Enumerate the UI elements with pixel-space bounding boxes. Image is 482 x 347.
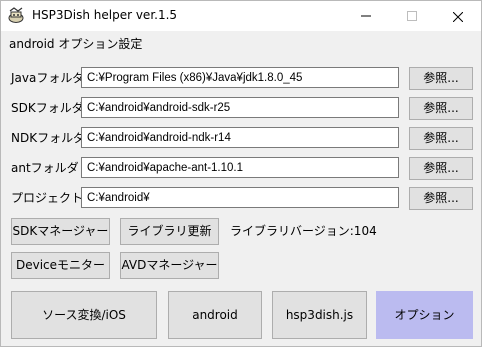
java-folder-input[interactable]: [81, 67, 399, 88]
title-bar: HSP3Dish helper ver.1.5: [1, 1, 481, 31]
option-button[interactable]: オプション: [376, 291, 473, 339]
ndk-browse-button[interactable]: 参照...: [409, 127, 473, 150]
sdk-manager-button[interactable]: SDKマネージャー: [11, 218, 110, 245]
hsp3dish-js-button[interactable]: hsp3dish.js: [272, 291, 367, 339]
library-version-label: ライブラリバージョン:104: [230, 224, 377, 238]
app-icon[interactable]: [7, 6, 25, 24]
ndk-folder-label: NDKフォルダ: [11, 131, 86, 145]
source-convert-ios-button[interactable]: ソース変換/iOS: [11, 291, 157, 339]
java-browse-button[interactable]: 参照...: [409, 67, 473, 90]
java-folder-label: Javaフォルダ: [11, 71, 85, 85]
window-title: HSP3Dish helper ver.1.5: [32, 8, 178, 22]
project-browse-button[interactable]: 参照...: [409, 187, 473, 210]
sdk-folder-input[interactable]: [81, 97, 399, 118]
project-folder-input[interactable]: [81, 187, 399, 208]
ant-browse-button[interactable]: 参照...: [409, 157, 473, 180]
minimize-icon: [361, 15, 371, 17]
library-update-button[interactable]: ライブラリ更新: [120, 218, 219, 245]
ndk-folder-input[interactable]: [81, 127, 399, 148]
minimize-button[interactable]: [343, 1, 389, 31]
section-title: android オプション設定: [9, 37, 143, 51]
device-monitor-button[interactable]: Deviceモニター: [11, 252, 110, 279]
project-folder-label: プロジェクト: [11, 191, 84, 205]
maximize-button[interactable]: [389, 1, 435, 31]
close-button[interactable]: [435, 1, 481, 31]
ant-folder-label: antフォルダ: [11, 161, 79, 175]
app-window: HSP3Dish helper ver.1.5 android オプション設定 …: [0, 0, 482, 347]
maximize-icon: [407, 11, 417, 21]
sdk-browse-button[interactable]: 参照...: [409, 97, 473, 120]
close-icon: [452, 11, 464, 22]
sdk-folder-label: SDKフォルダ: [11, 101, 84, 115]
avd-manager-button[interactable]: AVDマネージャー: [120, 252, 219, 279]
ant-folder-input[interactable]: [81, 157, 399, 178]
android-button[interactable]: android: [168, 291, 262, 339]
